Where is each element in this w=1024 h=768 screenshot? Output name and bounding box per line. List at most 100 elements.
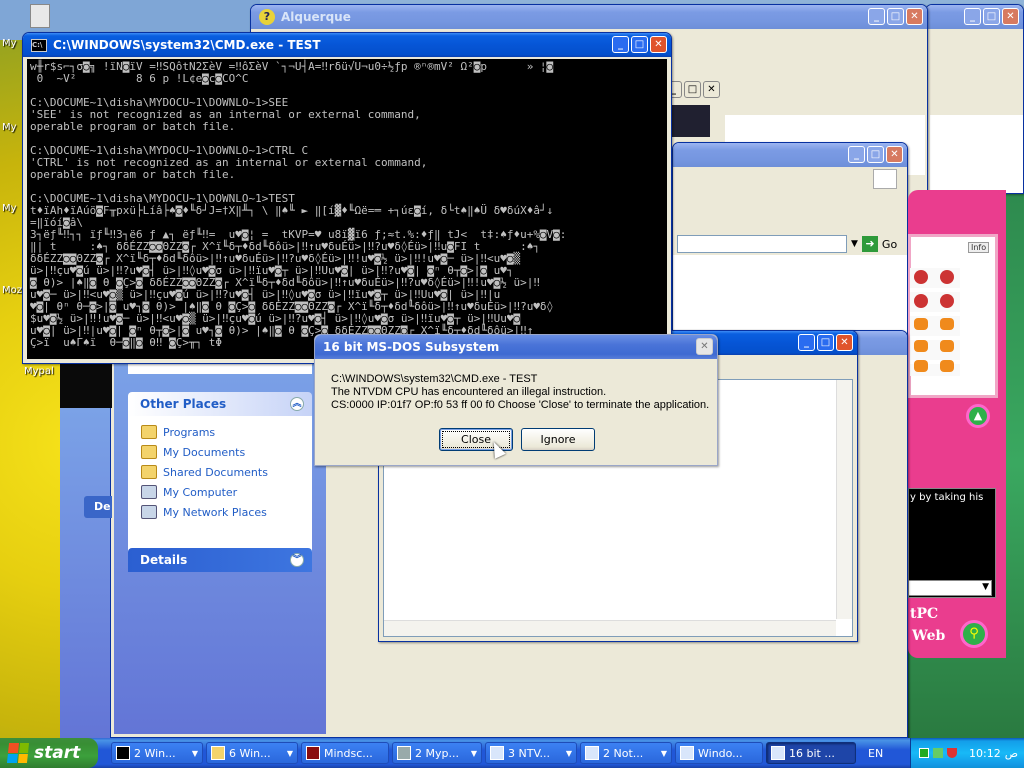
ignore-button[interactable]: Ignore — [521, 428, 595, 451]
link-shared-documents[interactable]: Shared Documents — [141, 462, 311, 482]
taskbar-item-active[interactable]: 16 bit ... — [766, 742, 856, 764]
mypal-footer-line1: tPC — [910, 606, 939, 622]
taskbar-item-label: 6 Win... — [229, 746, 271, 760]
taskbar-item[interactable]: 2 Myp... ▼ — [392, 742, 482, 764]
dialog-titlebar[interactable]: 16 bit MS-DOS Subsystem ✕ — [315, 335, 717, 359]
maximize-button[interactable]: □ — [817, 334, 834, 351]
details-box: Details ︾ — [128, 548, 312, 572]
mindscape-icon — [306, 746, 320, 760]
cmd-icon: C:\ — [31, 38, 47, 52]
tray-icon-network[interactable] — [933, 748, 943, 758]
maximize-button[interactable]: □ — [867, 146, 884, 163]
minimize-button[interactable]: _ — [848, 146, 865, 163]
link-label: Shared Documents — [163, 465, 268, 479]
system-tray: 10:12 ص — [910, 738, 1024, 768]
chevron-down-icon: ▼ — [470, 748, 477, 758]
window-titlebar[interactable]: _□✕ — [926, 5, 1023, 29]
details-header[interactable]: Details ︾ — [128, 548, 312, 572]
window-background-right[interactable]: _ □ ✕ — [925, 4, 1024, 194]
window-title: Alquerque — [281, 10, 351, 24]
close-button[interactable]: ✕ — [703, 81, 720, 98]
partial-button[interactable]: De — [84, 496, 112, 518]
taskbar-item[interactable]: 3 NTV... ▼ — [485, 742, 577, 764]
search-icon[interactable]: ⚲ — [960, 620, 988, 648]
chevron-down-icon: ▼ — [565, 748, 572, 758]
taskbar-item[interactable]: Windo... — [675, 742, 763, 764]
taskbar-item-label: 2 Myp... — [415, 746, 459, 760]
taskbar-item-label: 2 Win... — [134, 746, 176, 760]
window-titlebar[interactable]: C:\ C:\WINDOWS\system32\CMD.exe - TEST _… — [23, 33, 671, 57]
minimize-button[interactable]: _ — [612, 36, 629, 53]
mypal-up-button[interactable]: ▲ — [966, 404, 990, 428]
other-places-title: Other Places — [140, 397, 227, 411]
notepad-icon — [585, 746, 599, 760]
minimize-button[interactable]: _ — [964, 8, 981, 25]
close-button[interactable]: ✕ — [1002, 8, 1019, 25]
folder-icon — [211, 746, 225, 760]
folder-icon — [141, 465, 157, 479]
address-bar[interactable]: ▼ ➜ Go — [675, 233, 907, 255]
window-cmd[interactable]: C:\ C:\WINDOWS\system32\CMD.exe - TEST _… — [22, 32, 672, 364]
maximize-button[interactable]: □ — [887, 8, 904, 25]
dropdown-arrow-icon[interactable]: ▼ — [851, 239, 858, 249]
close-button[interactable]: ✕ — [650, 36, 667, 53]
close-button[interactable]: ✕ — [906, 8, 923, 25]
horizontal-scrollbar[interactable] — [384, 620, 836, 636]
mypal-game-grid — [910, 268, 960, 376]
explorer-left-strip — [60, 408, 110, 738]
link-my-documents[interactable]: My Documents — [141, 442, 311, 462]
console-output[interactable]: w╫r$s⌐┐σ◙╗ !ïN◙ïV =‼SQôtN2ΣèV =‼ôΣèV `┐¬… — [27, 59, 667, 359]
mypal-dropdown[interactable]: ▼ — [908, 580, 992, 596]
window-titlebar[interactable]: ? Alquerque _ □ ✕ — [251, 5, 927, 29]
details-title: Details — [140, 553, 188, 567]
taskbar-item-label: 2 Not... — [603, 746, 644, 760]
close-button[interactable]: ✕ — [886, 146, 903, 163]
expand-icon[interactable]: ︾ — [290, 553, 304, 567]
clock-suffix: ص — [1004, 746, 1019, 760]
start-button[interactable]: start — [0, 738, 98, 768]
other-places-box: Other Places ︽ Programs My Documents Shar… — [128, 392, 312, 554]
link-label: My Documents — [163, 445, 246, 459]
taskbar-item[interactable]: 2 Not... ▼ — [580, 742, 672, 764]
security-shield-icon[interactable] — [947, 748, 957, 758]
minimize-button[interactable]: _ — [868, 8, 885, 25]
close-button[interactable]: ✕ — [836, 334, 853, 351]
computer-icon — [141, 485, 157, 499]
desktop-icon-label[interactable]: Mypal — [24, 366, 64, 377]
language-indicator[interactable]: EN — [868, 747, 883, 760]
taskbar-item[interactable]: 6 Win... ▼ — [206, 742, 298, 764]
dropdown-arrow-icon[interactable]: ▼ — [982, 582, 989, 592]
desktop-icon-recycle[interactable] — [30, 4, 50, 28]
vertical-scrollbar[interactable] — [836, 380, 852, 619]
cmd-icon — [116, 746, 130, 760]
other-places-header[interactable]: Other Places ︽ — [128, 392, 312, 416]
maximize-button[interactable]: □ — [631, 36, 648, 53]
tray-icon-green[interactable] — [919, 748, 929, 758]
mypal-tab[interactable]: Info — [968, 242, 990, 253]
network-icon — [141, 505, 157, 519]
window-titlebar[interactable]: _□✕ — [673, 143, 907, 167]
close-button[interactable]: ✕ — [696, 338, 713, 355]
taskbar-item[interactable]: Mindsc... — [301, 742, 389, 764]
dialog-ms-dos[interactable]: 16 bit MS-DOS Subsystem ✕ C:\WINDOWS\sys… — [314, 334, 718, 466]
go-icon[interactable]: ➜ — [861, 236, 878, 252]
dark-panel — [670, 105, 710, 137]
maximize-button[interactable]: □ — [983, 8, 1000, 25]
clock-time[interactable]: 10:12 — [969, 747, 1001, 760]
start-label: start — [34, 743, 81, 763]
go-button[interactable]: Go — [882, 238, 897, 251]
taskbar-item[interactable]: 2 Win... ▼ — [111, 742, 203, 764]
mypal-window[interactable]: Info ▲ y by taking his ▼ tPC Web ⚲ — [908, 190, 1006, 658]
address-input[interactable] — [677, 235, 847, 253]
window-icon — [490, 746, 504, 760]
link-label: My Network Places — [163, 505, 267, 519]
minimize-button[interactable]: _ — [798, 334, 815, 351]
maximize-button[interactable]: □ — [684, 81, 701, 98]
dialog-line-3: CS:0000 IP:01f7 OP:f0 53 ff 00 f0 Choose… — [331, 399, 710, 411]
collapse-icon[interactable]: ︽ — [290, 397, 304, 411]
windows-logo-icon — [6, 743, 30, 763]
window-title: C:\WINDOWS\system32\CMD.exe - TEST — [53, 38, 321, 52]
link-programs[interactable]: Programs — [141, 422, 311, 442]
link-my-network-places[interactable]: My Network Places — [141, 502, 311, 522]
link-my-computer[interactable]: My Computer — [141, 482, 311, 502]
